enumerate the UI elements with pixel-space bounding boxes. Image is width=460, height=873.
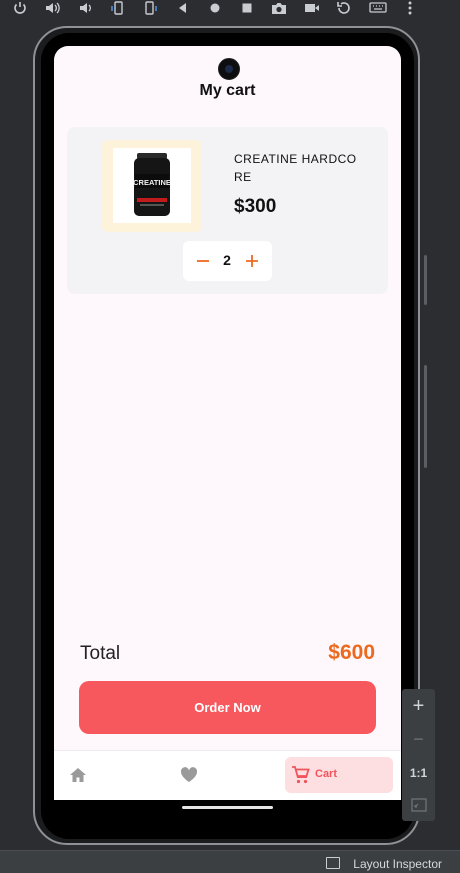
decrease-quantity-button[interactable] bbox=[193, 250, 213, 272]
rotate-right-icon[interactable] bbox=[141, 0, 159, 16]
increase-quantity-button[interactable] bbox=[242, 250, 262, 272]
gesture-navigation-bar[interactable] bbox=[182, 806, 273, 809]
total-value: $600 bbox=[328, 641, 375, 664]
rotate-left-icon[interactable] bbox=[109, 0, 127, 16]
nav-cart-label: Cart bbox=[315, 768, 338, 780]
record-icon[interactable] bbox=[303, 0, 321, 16]
fit-screen-icon[interactable] bbox=[402, 788, 435, 821]
product-name: CREATINE HARDCO RE bbox=[234, 152, 357, 184]
actual-size-button[interactable]: 1:1 bbox=[402, 756, 435, 789]
side-scrollbar[interactable] bbox=[424, 255, 427, 305]
side-scrollbar[interactable] bbox=[424, 365, 427, 468]
layout-inspector-label[interactable]: Layout Inspector bbox=[353, 857, 442, 871]
overview-icon[interactable] bbox=[238, 0, 256, 16]
volume-up-icon[interactable] bbox=[44, 0, 62, 16]
keyboard-icon[interactable] bbox=[369, 0, 387, 16]
volume-down-icon[interactable] bbox=[77, 0, 95, 16]
replay-icon[interactable] bbox=[335, 0, 353, 16]
heart-icon[interactable] bbox=[179, 765, 199, 785]
camera-icon[interactable] bbox=[270, 0, 288, 16]
product-image-label: CREATINE bbox=[133, 178, 171, 187]
zoom-in-button[interactable]: + bbox=[402, 690, 435, 723]
product-image: CREATINE bbox=[113, 148, 191, 223]
layout-inspector-icon[interactable] bbox=[326, 857, 340, 869]
front-camera bbox=[218, 58, 240, 80]
total-label: Total bbox=[80, 643, 121, 664]
zoom-panel: + − 1:1 bbox=[402, 689, 435, 821]
cart-icon bbox=[291, 765, 311, 785]
power-icon[interactable] bbox=[11, 0, 29, 16]
order-now-button[interactable]: Order Now bbox=[79, 681, 376, 734]
product-price: $300 bbox=[234, 196, 277, 217]
plus-icon bbox=[246, 255, 258, 267]
home-icon[interactable] bbox=[206, 0, 224, 16]
home-icon[interactable] bbox=[68, 765, 88, 785]
page-title: My cart bbox=[199, 82, 256, 99]
emulator-toolbar bbox=[0, 0, 460, 18]
back-icon[interactable] bbox=[173, 0, 191, 16]
minus-icon bbox=[197, 260, 209, 262]
zoom-out-button[interactable]: − bbox=[402, 723, 435, 756]
more-icon[interactable] bbox=[401, 0, 419, 16]
quantity-value: 2 bbox=[223, 252, 231, 268]
